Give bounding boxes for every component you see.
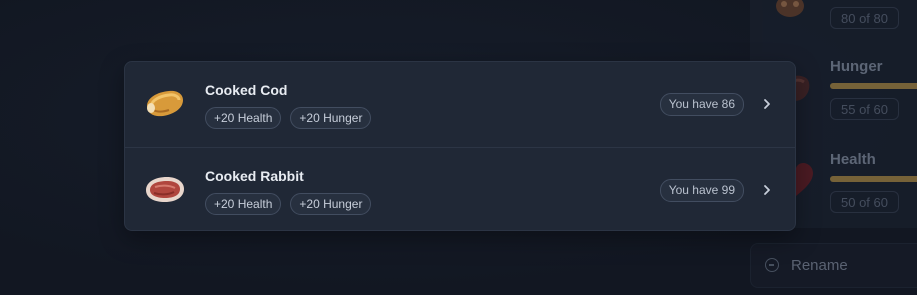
app-stage: 80 of 80 Hunger 55 of 60 Health 50 of 60… (0, 0, 917, 295)
health-bar (830, 176, 917, 182)
food-name: Cooked Cod (205, 82, 288, 98)
food-item-cooked-cod[interactable]: Cooked Cod +20 Health +20 Hunger You hav… (125, 62, 795, 147)
health-bar-fill (830, 176, 917, 182)
hunger-effect-tag: +20 Hunger (290, 107, 372, 129)
hunger-bar (830, 83, 917, 89)
hunger-effect-tag: +20 Hunger (290, 193, 372, 215)
stat-value-pill: 80 of 80 (830, 7, 899, 29)
health-value-pill: 50 of 60 (830, 191, 899, 213)
cooked-rabbit-icon (146, 177, 184, 202)
hunger-label: Hunger (830, 58, 883, 75)
cooked-cod-icon (147, 90, 183, 117)
food-name: Cooked Rabbit (205, 168, 304, 184)
minus-circle-icon (765, 258, 779, 272)
chevron-right-icon[interactable] (761, 98, 773, 110)
owned-count-badge: You have 99 (659, 179, 744, 202)
hunger-bar-fill (830, 83, 917, 89)
effect-tags: +20 Health +20 Hunger (205, 193, 372, 215)
health-effect-tag: +20 Health (205, 107, 282, 129)
food-select-popup: Cooked Cod +20 Health +20 Hunger You hav… (124, 61, 796, 231)
hunger-value-pill: 55 of 60 (830, 98, 899, 120)
effect-tags: +20 Health +20 Hunger (205, 107, 372, 129)
creature-icon (776, 0, 804, 17)
food-item-cooked-rabbit[interactable]: Cooked Rabbit +20 Health +20 Hunger You … (125, 147, 795, 230)
rename-label: Rename (791, 257, 848, 274)
rename-button[interactable]: Rename (750, 243, 917, 288)
health-label: Health (830, 151, 876, 168)
owned-count-badge: You have 86 (659, 93, 744, 116)
health-effect-tag: +20 Health (205, 193, 282, 215)
chevron-right-icon[interactable] (761, 184, 773, 196)
